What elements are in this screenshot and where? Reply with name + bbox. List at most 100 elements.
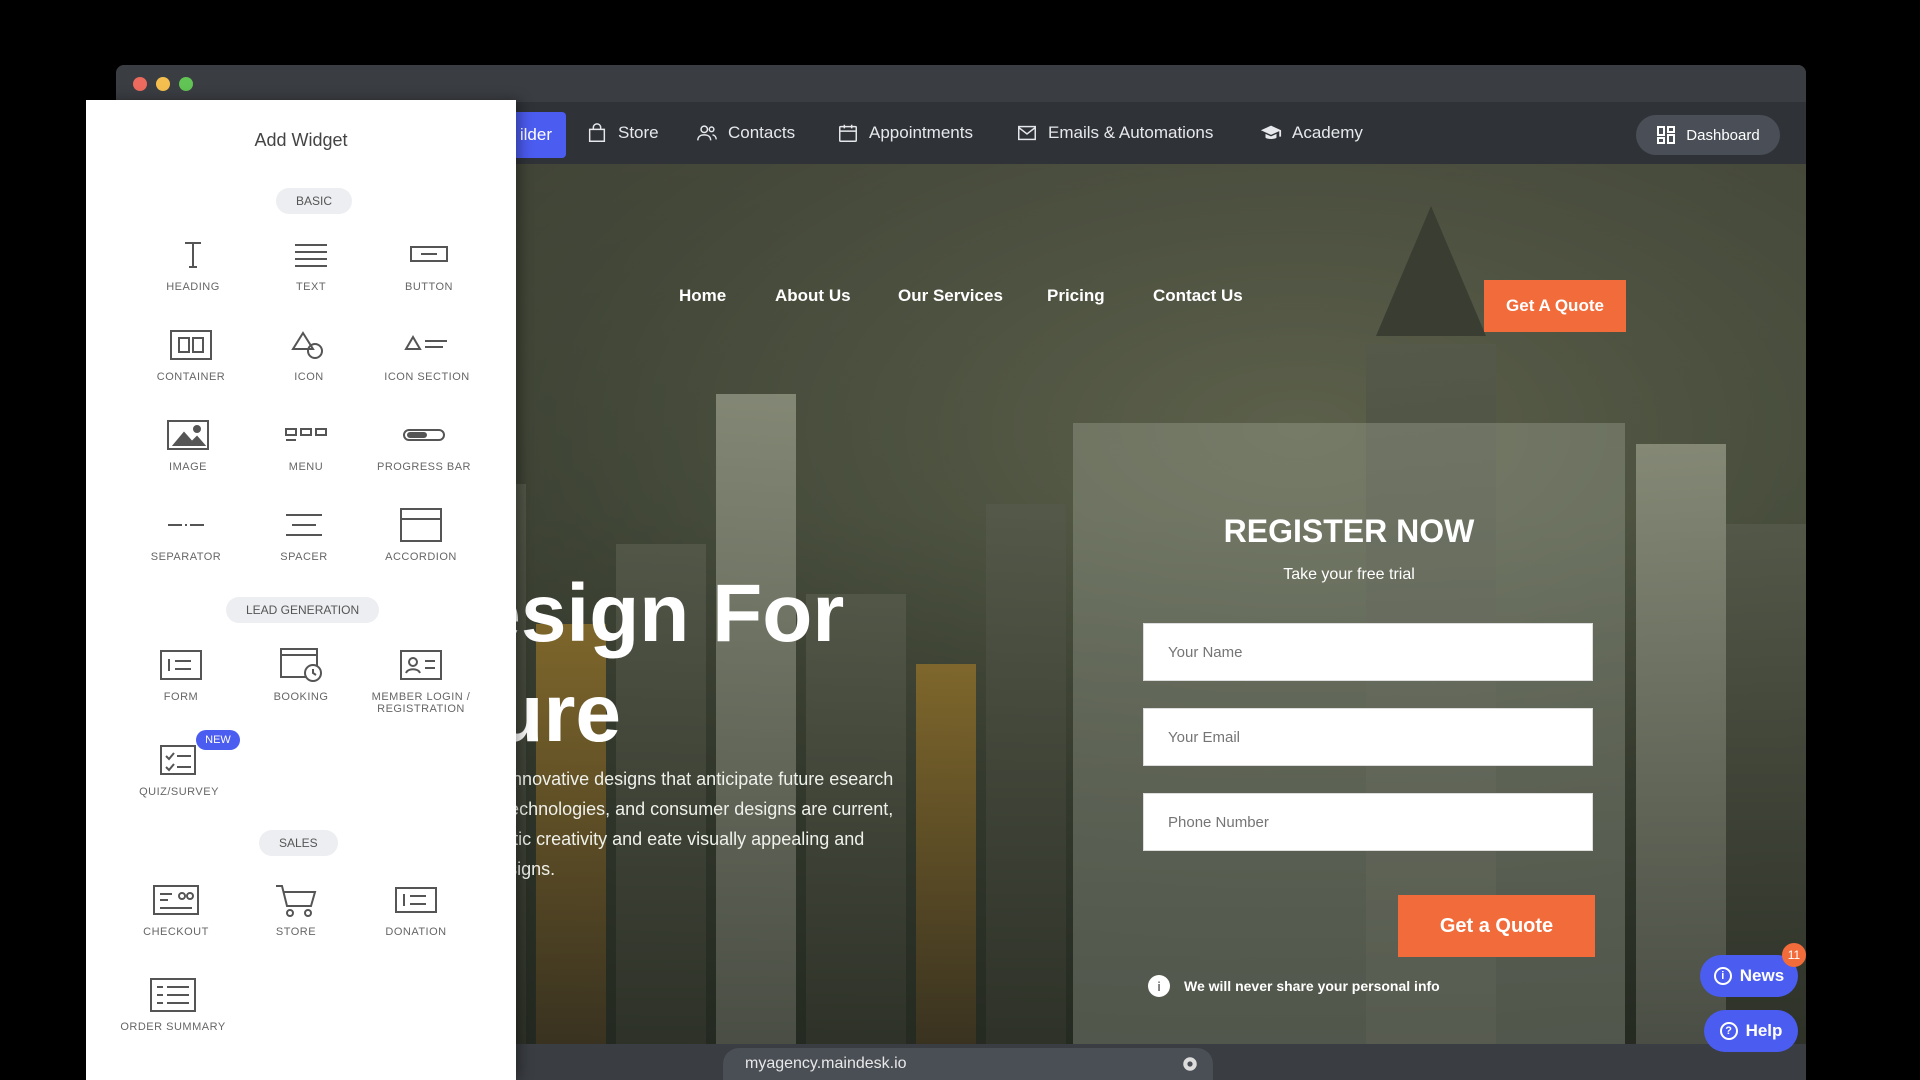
widget-label: DONATION [385,926,447,938]
widget-text[interactable]: TEXT [251,235,371,315]
widget-accordion[interactable]: ACCORDION [361,505,481,585]
nav-store[interactable]: Store [586,102,659,164]
users-icon [697,125,717,141]
widget-label: STORE [275,926,317,938]
nav-academy[interactable]: Academy [1260,102,1363,164]
add-widget-panel: Add Widget BASIC HEADING TEXT BUTTON CON… [86,100,516,1080]
shapes-icon [291,331,323,359]
button-icon [410,246,448,262]
widget-progress-bar[interactable]: PROGRESS BAR [364,415,484,495]
get-quote-submit-button[interactable]: Get a Quote [1398,895,1595,957]
nav-appointments[interactable]: Appointments [837,102,973,164]
privacy-note: i We will never share your personal info [1148,975,1440,997]
widget-heading[interactable]: HEADING [133,235,253,315]
widget-label: CHECKOUT [143,926,209,938]
widget-label: ACCORDION [385,551,457,563]
text-icon [295,244,327,267]
heading-icon [185,242,201,268]
widget-spacer[interactable]: SPACER [244,505,364,585]
widget-separator[interactable]: SEPARATOR [126,505,246,585]
widget-label: ICON [294,371,324,383]
new-badge: NEW [196,730,240,750]
dashboard-label: Dashboard [1686,126,1760,144]
widget-store[interactable]: STORE [236,880,356,960]
spacer-icon [286,514,322,536]
maximize-window-button[interactable] [179,77,193,91]
minimize-window-button[interactable] [156,77,170,91]
nav-store-label: Store [618,123,659,142]
widget-quiz-survey[interactable]: QUIZ/SURVEY [119,740,239,820]
widget-label: ICON SECTION [384,371,470,383]
quiz-survey-icon [160,745,196,775]
widget-form[interactable]: FORM [121,645,241,725]
name-field[interactable] [1143,623,1593,681]
cart-icon [276,885,317,917]
widget-container[interactable]: CONTAINER [131,325,251,405]
panel-title: Add Widget [254,130,348,150]
section-lead-generation: LEAD GENERATION [226,597,380,623]
news-label: News [1739,966,1785,985]
nav-appointments-label: Appointments [869,123,973,142]
backdrop-building [986,504,1066,1044]
widget-member-login[interactable]: MEMBER LOGIN / REGISTRATION [361,645,481,725]
news-count-badge: 11 [1782,943,1806,967]
email-field[interactable] [1143,708,1593,766]
menu-icon [285,428,327,441]
nav-emails-label: Emails & Automations [1048,123,1214,142]
nav-contacts[interactable]: Contacts [696,102,795,164]
widget-label: PROGRESS BAR [376,461,472,473]
form-icon [160,650,202,680]
url-text: myagency.maindesk.io [745,1055,907,1072]
widget-button[interactable]: BUTTON [369,235,489,315]
phone-field[interactable] [1143,793,1593,851]
widget-label: SPACER [280,551,328,563]
widget-label: ORDER SUMMARY [120,1021,226,1033]
dashboard-button[interactable]: Dashboard [1636,115,1780,155]
title-bar [116,65,1806,102]
checkout-icon [153,885,199,915]
mail-icon [1018,125,1036,141]
help-button[interactable]: ? Help [1704,1010,1798,1052]
bag-icon [588,123,606,142]
calendar-icon [839,124,857,142]
nav-emails[interactable]: Emails & Automations [1016,102,1213,164]
site-nav-services[interactable]: Our Services [898,286,1003,306]
backdrop-spire [1376,206,1486,336]
section-basic: BASIC [276,188,353,214]
info-icon: i [1148,975,1170,997]
icon-section-icon [404,335,447,350]
get-quote-top-button[interactable]: Get A Quote [1484,280,1626,332]
close-window-button[interactable] [133,77,147,91]
separator-icon [168,524,204,526]
url-bar[interactable]: myagency.maindesk.io [723,1048,1213,1080]
donation-icon [395,887,437,913]
progress-bar-icon [403,429,445,441]
site-nav-contact[interactable]: Contact Us [1153,286,1243,306]
gear-icon[interactable] [1181,1055,1199,1073]
tab-builder-label: ilder [519,125,552,144]
widget-icon-section[interactable]: ICON SECTION [367,325,487,405]
nav-contacts-label: Contacts [728,123,796,142]
widget-label: MEMBER LOGIN / REGISTRATION [371,691,471,715]
booking-icon [280,648,322,682]
member-login-icon [400,650,442,680]
widget-order-summary[interactable]: ORDER SUMMARY [113,975,233,1055]
site-nav-home[interactable]: Home [679,286,726,306]
widget-label: HEADING [166,281,220,293]
widget-menu[interactable]: MENU [246,415,366,495]
widget-image[interactable]: IMAGE [128,415,248,495]
site-nav-about[interactable]: About Us [775,286,851,306]
widget-label: BOOKING [273,691,329,703]
widget-icon[interactable]: ICON [249,325,369,405]
site-nav-pricing[interactable]: Pricing [1047,286,1105,306]
widget-checkout[interactable]: CHECKOUT [116,880,236,960]
privacy-text: We will never share your personal info [1184,978,1440,994]
graduation-cap-icon [1260,125,1282,139]
nav-academy-label: Academy [1292,123,1363,142]
widget-donation[interactable]: DONATION [356,880,476,960]
widget-label: TEXT [295,281,327,293]
widget-booking[interactable]: BOOKING [241,645,361,725]
register-subtitle: Take your free trial [1283,566,1415,583]
widget-label: IMAGE [169,461,207,473]
image-icon [167,420,209,450]
